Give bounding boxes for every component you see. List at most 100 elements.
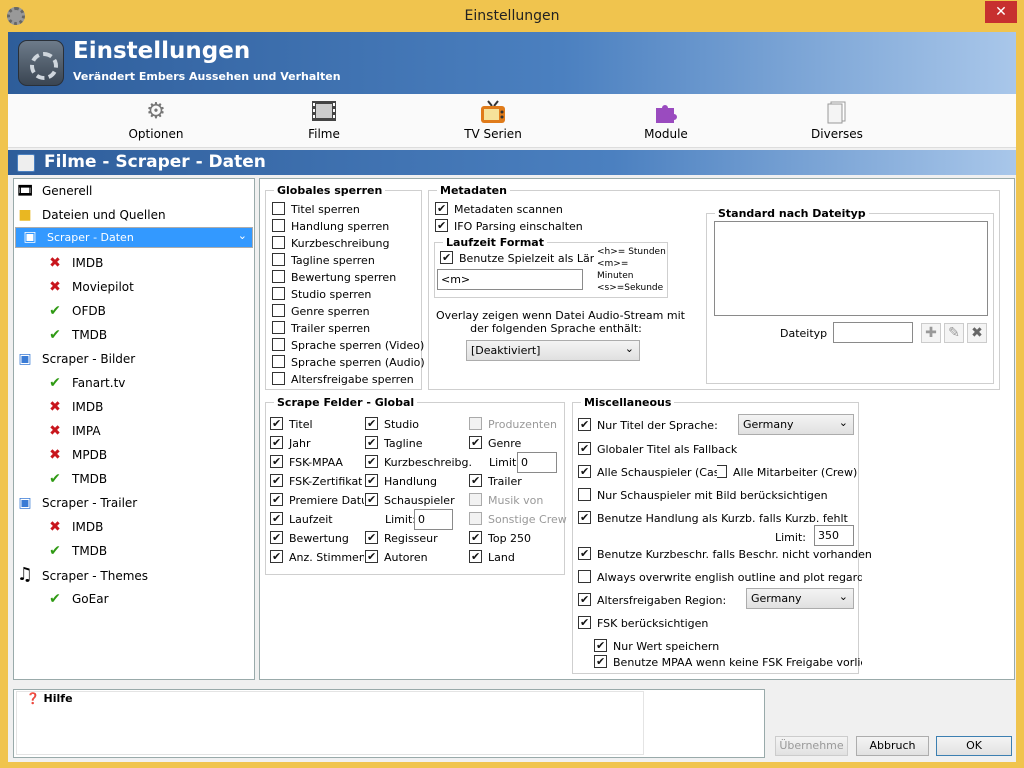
- close-icon[interactable]: ✕: [985, 1, 1017, 23]
- filetype-list[interactable]: [714, 221, 988, 316]
- scrape-rating-checkbox[interactable]: Bewertung: [270, 531, 362, 545]
- enabled-check-icon: ✔: [49, 591, 61, 607]
- checkbox-label: Studio: [384, 418, 420, 431]
- cancel-button[interactable]: Abbruch: [856, 736, 929, 756]
- scrape-writers-checkbox[interactable]: Autoren: [365, 550, 428, 564]
- scrape-year-checkbox[interactable]: Jahr: [270, 436, 362, 450]
- scrape-crew-checkbox[interactable]: Sonstige Crew: [469, 512, 567, 526]
- lock-genre-checkbox[interactable]: Genre sperren: [272, 304, 370, 318]
- tree-item-fanart[interactable]: ✔ Fanart.tv: [45, 371, 125, 395]
- all-actors-checkbox[interactable]: Alle Schauspieler (Cast): [578, 465, 718, 479]
- scrape-country-checkbox[interactable]: Land: [469, 550, 515, 564]
- outline-limit-input[interactable]: 350: [814, 525, 854, 546]
- scrape-actors-checkbox[interactable]: Schauspieler: [365, 493, 455, 507]
- checkbox-label: Anz. Stimmen: [289, 551, 364, 564]
- tree-item-scraper-bilder[interactable]: ▣ Scraper - Bilder: [15, 347, 135, 371]
- plot-as-outline-checkbox[interactable]: Benutze Handlung als Kurzb. falls Kurzb.…: [578, 511, 848, 525]
- tree-item-scraper-themes[interactable]: ♫ Scraper - Themes: [15, 563, 148, 587]
- scrape-votes-checkbox[interactable]: Anz. Stimmen: [270, 550, 364, 564]
- scrape-top250-checkbox[interactable]: Top 250: [469, 531, 531, 545]
- genre-limit-input[interactable]: 0: [517, 452, 557, 473]
- tree-item-mpdb[interactable]: ✖ MPDB: [45, 443, 107, 467]
- tree-item-imdb-bilder[interactable]: ✖ IMDB: [45, 395, 103, 419]
- document-icon: [824, 100, 850, 124]
- tree-item-tmdb[interactable]: ✔ TMDB: [45, 323, 107, 347]
- checkbox-label: Sprache sperren (Audio): [291, 356, 425, 369]
- scrape-plot-checkbox[interactable]: Handlung: [365, 474, 437, 488]
- checkbox-label: Premiere Datum: [289, 494, 364, 507]
- tree-label: MPDB: [72, 448, 108, 462]
- overlay-language-select[interactable]: [Deaktiviert]: [466, 339, 640, 361]
- tree-item-tmdb-trailer[interactable]: ✔ TMDB: [45, 539, 107, 563]
- checkbox-label: Nur Titel der Sprache:: [597, 419, 718, 432]
- runtime-format-input[interactable]: <m>: [437, 269, 583, 290]
- lock-outline-checkbox[interactable]: Kurzbeschreibung: [272, 236, 389, 250]
- scrape-director-checkbox[interactable]: Regisseur: [365, 531, 438, 545]
- ok-button[interactable]: OK: [936, 736, 1012, 756]
- overwrite-english-checkbox[interactable]: Always overwrite english outline and plo…: [578, 570, 862, 584]
- title-language-checkbox[interactable]: Nur Titel der Sprache:: [578, 418, 718, 432]
- toolbar-optionen[interactable]: ⚙ Optionen: [101, 98, 211, 142]
- scrape-outline-checkbox[interactable]: Kurzbeschreibg.: [365, 455, 472, 469]
- scrape-title-checkbox[interactable]: Titel: [270, 417, 362, 431]
- enabled-check-icon: ✔: [49, 375, 61, 391]
- scan-metadata-checkbox[interactable]: Metadaten scannen: [435, 202, 563, 216]
- toolbar-diverses[interactable]: Diverses: [782, 98, 892, 141]
- actors-with-image-checkbox[interactable]: Nur Schauspieler mit Bild berücksichtige…: [578, 488, 828, 502]
- tree-item-ofdb[interactable]: ✔ OFDB: [45, 299, 106, 323]
- toolbar-tv-serien[interactable]: TV Serien: [438, 98, 548, 141]
- outline-as-plot-checkbox[interactable]: Benutze Kurzbeschr. falls Beschr. nicht …: [578, 547, 872, 561]
- tree-item-moviepilot[interactable]: ✖ Moviepilot: [45, 275, 134, 299]
- lock-tagline-checkbox[interactable]: Tagline sperren: [272, 253, 375, 267]
- lock-trailer-checkbox[interactable]: Trailer sperren: [272, 321, 370, 335]
- use-mpaa-checkbox[interactable]: Benutze MPAA wenn keine FSK Freigabe vor…: [594, 655, 862, 669]
- scrape-trailer-checkbox[interactable]: Trailer: [469, 474, 522, 488]
- apply-button[interactable]: Übernehme: [775, 736, 848, 756]
- only-value-checkbox[interactable]: Nur Wert speichern: [594, 639, 719, 653]
- actors-limit-input[interactable]: 0: [414, 509, 453, 530]
- checkbox-box: [469, 417, 482, 430]
- scrape-tagline-checkbox[interactable]: Tagline: [365, 436, 422, 450]
- scrape-fsk-mpaa-checkbox[interactable]: FSK-MPAA: [270, 455, 362, 469]
- global-title-fallback-checkbox[interactable]: Globaler Titel als Fallback: [578, 442, 737, 456]
- tree-label: Scraper - Daten: [47, 231, 134, 244]
- cert-region-select[interactable]: Germany: [746, 587, 854, 609]
- lock-plot-checkbox[interactable]: Handlung sperren: [272, 219, 389, 233]
- edit-icon[interactable]: ✎: [944, 323, 964, 343]
- scrape-music-checkbox[interactable]: Musik von: [469, 493, 543, 507]
- scrape-fsk-cert-checkbox[interactable]: FSK-Zertifikat: [270, 474, 362, 488]
- cert-region-checkbox[interactable]: Altersfreigaben Region:: [578, 593, 726, 607]
- all-crew-checkbox[interactable]: Alle Mitarbeiter (Crew): [717, 465, 857, 479]
- toolbar-filme[interactable]: Filme: [269, 98, 379, 141]
- tree-item-goear[interactable]: ✔ GoEar: [45, 587, 108, 611]
- use-runtime-checkbox[interactable]: Benutze Spielzeit als Länge: [440, 251, 594, 265]
- filetype-input[interactable]: [833, 322, 913, 343]
- delete-icon[interactable]: ✖: [967, 323, 987, 343]
- tree-item-scraper-trailer[interactable]: ▣ Scraper - Trailer: [15, 491, 137, 515]
- tree-item-imdb[interactable]: ✖ IMDB: [45, 251, 103, 275]
- ifo-parsing-checkbox[interactable]: IFO Parsing einschalten: [435, 219, 583, 233]
- lock-rating-checkbox[interactable]: Bewertung sperren: [272, 270, 396, 284]
- tree-item-tmdb-bilder[interactable]: ✔ TMDB: [45, 467, 107, 491]
- tree-item-impa[interactable]: ✖ IMPA: [45, 419, 100, 443]
- lock-audio-lang-checkbox[interactable]: Sprache sperren (Audio): [272, 355, 425, 369]
- lock-studio-checkbox[interactable]: Studio sperren: [272, 287, 371, 301]
- tree-item-imdb-trailer[interactable]: ✖ IMDB: [45, 515, 103, 539]
- scrape-runtime-checkbox[interactable]: Laufzeit: [270, 512, 362, 526]
- tree-item-generell[interactable]: 🎞 Generell: [15, 179, 253, 203]
- tree-item-scraper-daten[interactable]: ▣ Scraper - Daten: [15, 226, 253, 248]
- lock-video-lang-checkbox[interactable]: Sprache sperren (Video): [272, 338, 424, 352]
- lock-title-checkbox[interactable]: Titel sperren: [272, 202, 360, 216]
- toolbar-module[interactable]: Module: [611, 98, 721, 141]
- title-language-select[interactable]: Germany: [738, 413, 854, 435]
- scrape-genre-checkbox[interactable]: Genre: [469, 436, 521, 450]
- scrape-producers-checkbox[interactable]: Produzenten: [469, 417, 557, 431]
- checkbox-box: [365, 531, 378, 544]
- fsk-checkbox[interactable]: FSK berücksichtigen: [578, 616, 708, 630]
- scrape-studio-checkbox[interactable]: Studio: [365, 417, 419, 431]
- add-icon[interactable]: ✚: [921, 323, 941, 343]
- scrape-premiere-checkbox[interactable]: Premiere Datum: [270, 493, 364, 507]
- checkbox-label: Handlung sperren: [291, 220, 390, 233]
- lock-cert-checkbox[interactable]: Altersfreigabe sperren: [272, 372, 414, 386]
- tree-item-dateien[interactable]: ■ Dateien und Quellen: [15, 203, 253, 227]
